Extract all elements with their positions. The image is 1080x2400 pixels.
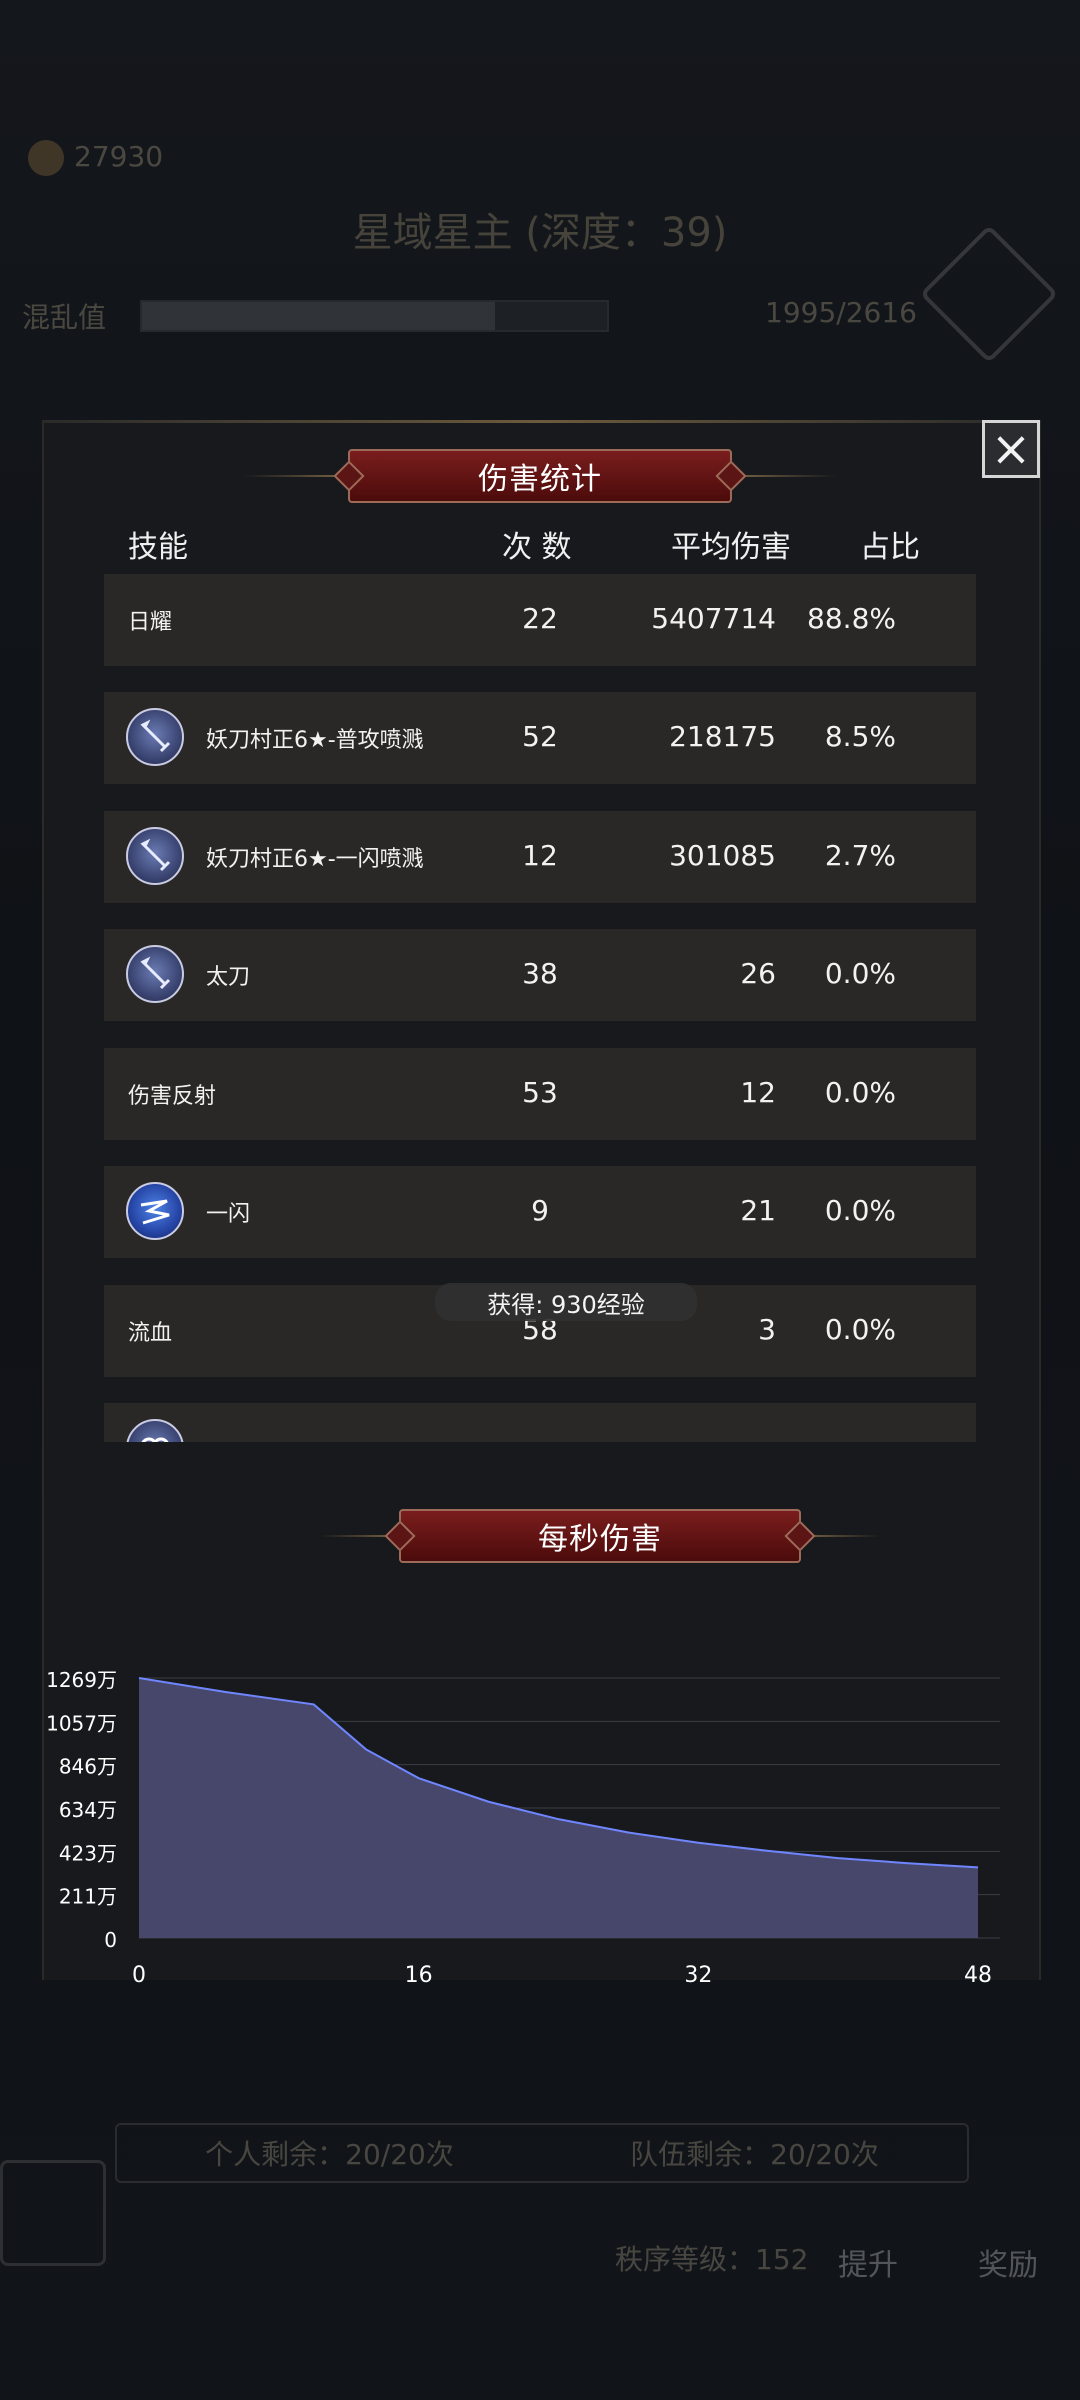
damage-stats-banner: 伤害统计 <box>235 448 845 504</box>
dps-title: 每秒伤害 <box>399 1509 801 1563</box>
upgrade-button: 提升 <box>838 2248 898 2283</box>
y-tick-label: 211万 <box>59 1885 117 1909</box>
table-row: 日耀 22 5407714 88.8% <box>104 574 976 666</box>
flash-icon <box>126 1182 184 1240</box>
skill-name: 流血 <box>128 1321 173 1346</box>
skill-name: 日耀 <box>128 610 173 635</box>
table-row: 一闪 9 21 0.0% <box>104 1166 976 1258</box>
back-icon <box>0 2160 106 2266</box>
skill-ratio: 0.0% <box>824 1194 896 1227</box>
skill-ratio: 0.0% <box>824 1076 896 1109</box>
panel-top-border <box>42 420 1037 423</box>
header-skill: 技能 <box>128 530 188 565</box>
skill-name: 一闪 <box>206 1202 251 1227</box>
table-row: 妖刀村正6★-一闪喷溅 12 301085 2.7% <box>104 811 976 903</box>
header-ratio: 占比 <box>860 530 920 565</box>
skill-ratio: 0.0% <box>824 1313 896 1346</box>
skill-ratio: 2.7% <box>824 839 896 872</box>
dps-chart: 0 211万 423万 634万 846万 1057万 1269万 0 16 32 48 <box>46 1668 1000 1988</box>
table-row: 伤害反射 53 12 0.0% <box>104 1048 976 1140</box>
x-tick-label: 16 <box>405 1963 433 1988</box>
skill-ratio: 0.0% <box>824 957 896 990</box>
table-row: 太刀 38 26 0.0% <box>104 929 976 1021</box>
y-tick-label: 0 <box>104 1928 117 1952</box>
skill-ratio: 8.5% <box>824 720 896 753</box>
y-tick-label: 1057万 <box>46 1711 117 1735</box>
x-tick-label: 48 <box>964 1963 992 1988</box>
chaos-bar <box>140 300 609 332</box>
x-tick-label: 32 <box>684 1963 712 1988</box>
gold-counter: 27930 <box>28 140 163 176</box>
banner-line-right <box>732 475 837 477</box>
skill-name: 妖刀村正6★-一闪喷溅 <box>206 847 424 872</box>
chaos-bar-fill <box>142 302 496 330</box>
remaining-attempts: 个人剩余：20/20次 队伍剩余：20/20次 <box>115 2123 969 2183</box>
header-avg-damage: 平均伤害 <box>671 530 791 565</box>
gold-amount: 27930 <box>74 140 164 173</box>
stage-title: 星域星主 (深度：39) <box>352 210 728 256</box>
header-count: 次 数 <box>502 530 572 565</box>
personal-remaining: 个人剩余：20/20次 <box>205 2138 454 2171</box>
y-tick-label: 1269万 <box>46 1668 117 1692</box>
y-tick-label: 846万 <box>59 1755 117 1779</box>
x-tick-label: 0 <box>132 1963 146 1988</box>
sword-icon <box>126 708 184 766</box>
team-remaining: 队伍剩余：20/20次 <box>630 2138 879 2171</box>
skill-name: 伤害反射 <box>128 1084 217 1109</box>
y-tick-label: 634万 <box>59 1798 117 1822</box>
close-icon: × <box>990 421 1032 477</box>
y-tick-label: 423万 <box>59 1841 117 1865</box>
table-header: 技能 次 数 平均伤害 占比 <box>0 522 1080 566</box>
sword-icon <box>126 827 184 885</box>
table-row: 妖刀村正6★-普攻喷溅 52 218175 8.5% <box>104 692 976 784</box>
skill-ratio: 88.8% <box>807 602 896 635</box>
dps-banner: 每秒伤害 <box>320 1508 880 1564</box>
exp-toast: 获得: 930经验 <box>435 1283 697 1321</box>
order-level: 秩序等级：152 <box>615 2243 809 2276</box>
reward-button: 奖励 <box>978 2248 1038 2283</box>
close-button[interactable]: × <box>982 420 1040 478</box>
swirl-icon <box>126 1419 184 1442</box>
chaos-value: 1995/2616 <box>765 296 917 329</box>
damage-stats-title: 伤害统计 <box>348 449 732 503</box>
skill-name: 妖刀村正6★-普攻喷溅 <box>206 728 424 753</box>
gold-icon <box>28 140 64 176</box>
chaos-label: 混乱值 <box>22 301 107 334</box>
table-row <box>104 1403 976 1442</box>
skill-name: 太刀 <box>206 965 251 990</box>
sword-icon <box>126 945 184 1003</box>
